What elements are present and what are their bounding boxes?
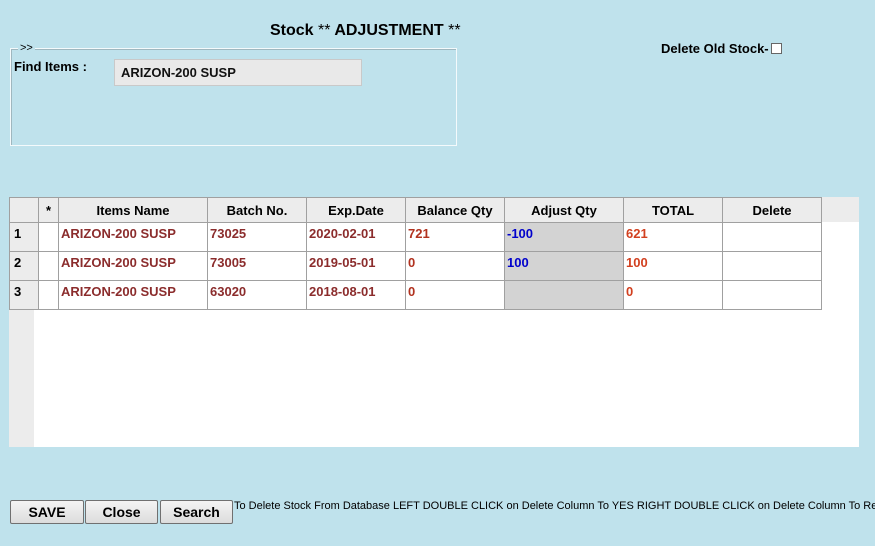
exp-date-cell[interactable]: 2019-05-01 <box>306 251 406 281</box>
delete-old-stock-label: Delete Old Stock- <box>661 41 769 56</box>
item-name-cell[interactable]: ARIZON-200 SUSP <box>58 280 208 310</box>
close-button[interactable]: Close <box>85 500 158 524</box>
delete-cell[interactable] <box>722 280 822 310</box>
exp-date-cell[interactable]: 2020-02-01 <box>306 222 406 252</box>
column-header-balance-qty[interactable]: Balance Qty <box>405 197 505 223</box>
column-header-exp-date[interactable]: Exp.Date <box>306 197 406 223</box>
row-marker-cell[interactable] <box>38 251 59 281</box>
column-header-adjust-qty[interactable]: Adjust Qty <box>504 197 624 223</box>
balance-qty-cell[interactable]: 0 <box>405 280 505 310</box>
stock-table: * Items Name Batch No. Exp.Date Balance … <box>9 197 822 310</box>
search-button[interactable]: Search <box>160 500 233 524</box>
total-cell[interactable]: 100 <box>623 251 723 281</box>
row-marker-cell[interactable] <box>38 280 59 310</box>
column-header-star[interactable]: * <box>38 197 59 223</box>
delete-instructions-hint: To Delete Stock From Database LEFT DOUBL… <box>234 500 875 512</box>
table-row[interactable]: 2 ARIZON-200 SUSP 73005 2019-05-01 0 100… <box>9 251 822 281</box>
column-header-total[interactable]: TOTAL <box>623 197 723 223</box>
total-cell[interactable]: 621 <box>623 222 723 252</box>
item-name-cell[interactable]: ARIZON-200 SUSP <box>58 222 208 252</box>
row-number[interactable]: 1 <box>9 222 39 252</box>
row-number[interactable]: 2 <box>9 251 39 281</box>
adjust-qty-cell[interactable]: 100 <box>504 251 624 281</box>
corner-header[interactable] <box>9 197 39 223</box>
total-cell[interactable]: 0 <box>623 280 723 310</box>
delete-cell[interactable] <box>722 222 822 252</box>
find-items-input[interactable] <box>114 59 362 86</box>
balance-qty-cell[interactable]: 0 <box>405 251 505 281</box>
column-header-batch-no[interactable]: Batch No. <box>207 197 307 223</box>
table-row[interactable]: 1 ARIZON-200 SUSP 73025 2020-02-01 721 -… <box>9 222 822 252</box>
item-name-cell[interactable]: ARIZON-200 SUSP <box>58 251 208 281</box>
stock-grid: * Items Name Batch No. Exp.Date Balance … <box>9 197 859 447</box>
column-header-items-name[interactable]: Items Name <box>58 197 208 223</box>
column-header-delete[interactable]: Delete <box>722 197 822 223</box>
page-title: Stock ** ADJUSTMENT ** <box>270 22 461 39</box>
delete-cell[interactable] <box>722 251 822 281</box>
adjust-qty-cell[interactable]: -100 <box>504 222 624 252</box>
groupbox-legend: >> <box>18 42 35 54</box>
balance-qty-cell[interactable]: 721 <box>405 222 505 252</box>
table-header-row: * Items Name Batch No. Exp.Date Balance … <box>9 197 822 223</box>
batch-no-cell[interactable]: 73025 <box>207 222 307 252</box>
adjust-qty-cell[interactable] <box>504 280 624 310</box>
table-row[interactable]: 3 ARIZON-200 SUSP 63020 2018-08-01 0 0 <box>9 280 822 310</box>
save-button[interactable]: SAVE <box>10 500 84 524</box>
delete-old-stock: Delete Old Stock- <box>661 41 782 56</box>
delete-old-stock-checkbox[interactable] <box>770 43 782 54</box>
find-items-label: Find Items : <box>14 59 87 74</box>
row-marker-cell[interactable] <box>38 222 59 252</box>
batch-no-cell[interactable]: 73005 <box>207 251 307 281</box>
exp-date-cell[interactable]: 2018-08-01 <box>306 280 406 310</box>
batch-no-cell[interactable]: 63020 <box>207 280 307 310</box>
row-number[interactable]: 3 <box>9 280 39 310</box>
